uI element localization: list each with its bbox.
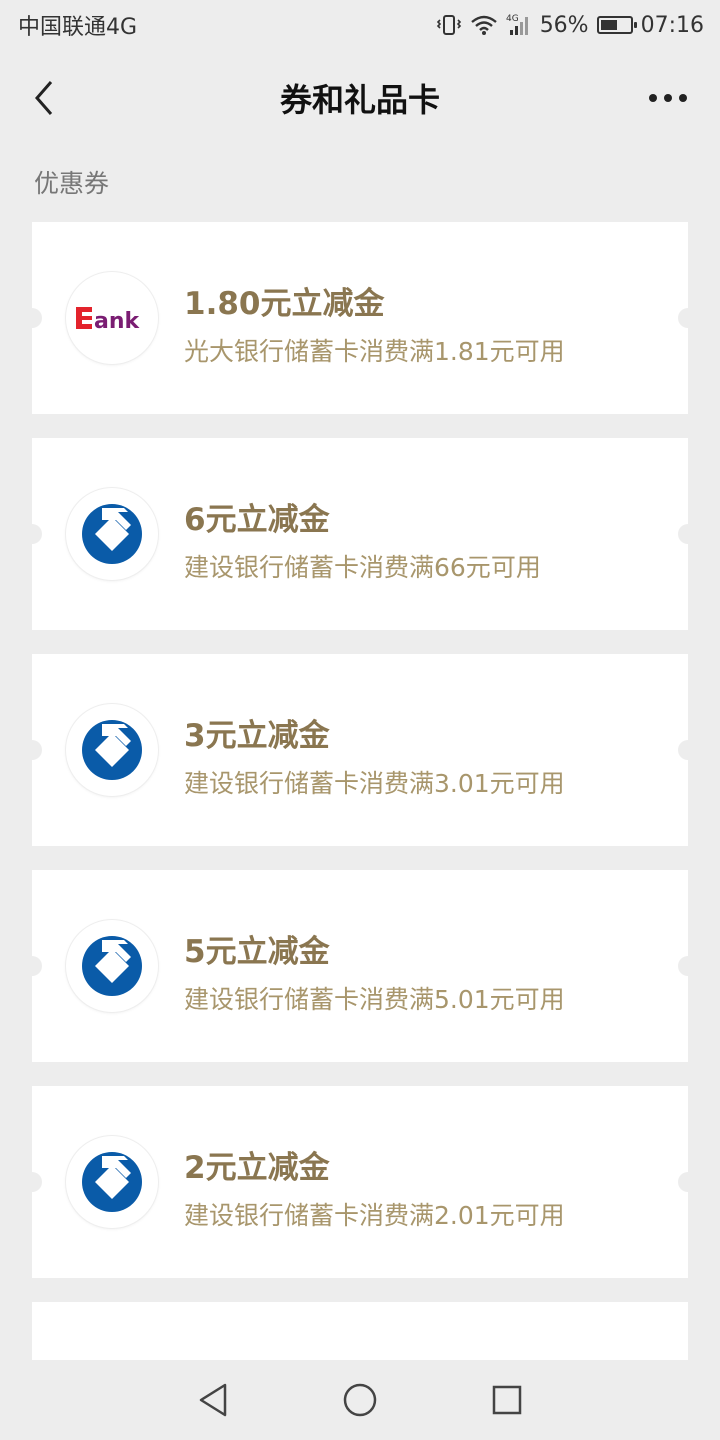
ticket-notch	[22, 956, 42, 976]
ccb-logo-icon	[66, 920, 158, 1012]
battery-percent: 56%	[539, 12, 589, 38]
coupon-card[interactable]: 6元立减金 建设银行储蓄卡消费满66元可用	[22, 438, 698, 630]
more-dots-icon	[649, 94, 687, 102]
circle-home-icon	[343, 1383, 377, 1417]
ticket-notch	[678, 740, 698, 760]
network-type-label: 4G	[506, 14, 519, 24]
coupon-desc: 建设银行储蓄卡消费满3.01元可用	[184, 769, 565, 798]
carrier-text: 中国联通4G	[18, 15, 138, 40]
page-title: 券和礼品卡	[279, 81, 440, 119]
battery-icon	[596, 16, 637, 34]
square-recents-icon	[492, 1385, 521, 1415]
section-label: 优惠券	[34, 169, 110, 198]
ccb-logo-icon	[66, 1136, 158, 1228]
system-home-button[interactable]	[336, 1376, 384, 1424]
ccb-logo-icon	[66, 704, 158, 796]
coupon-title: 3元立减金	[184, 718, 330, 754]
system-nav-bar	[0, 1360, 720, 1440]
bank-logo-text: ank	[94, 309, 141, 333]
system-recents-button[interactable]	[483, 1376, 531, 1424]
coupon-desc: 光大银行储蓄卡消费满1.81元可用	[184, 337, 565, 366]
battery-level-fill	[600, 20, 617, 30]
ticket-notch	[22, 1172, 42, 1192]
ticket-notch	[22, 524, 42, 544]
ticket-notch	[22, 740, 42, 760]
coupon-card[interactable]: 5元立减金 建设银行储蓄卡消费满5.01元可用	[22, 870, 698, 1062]
clock: 07:16	[640, 12, 704, 38]
ticket-notch	[678, 1172, 698, 1192]
ticket-notch	[22, 308, 42, 328]
ticket-notch	[678, 308, 698, 328]
nav-bar: 券和礼品卡	[0, 50, 720, 146]
coupon-card[interactable]: 3元立减金 建设银行储蓄卡消费满3.01元可用	[22, 654, 698, 846]
vibrate-icon	[436, 14, 462, 36]
coupon-desc: 建设银行储蓄卡消费满5.01元可用	[184, 985, 565, 1014]
coupon-title: 5元立减金	[184, 934, 330, 970]
ticket-notch	[678, 524, 698, 544]
coupon-list: ank 1.80元立减金 光大银行储蓄卡消费满1.81元可用 6元立减金 建设银…	[22, 222, 698, 1362]
bank-logo-icon: ank	[66, 272, 158, 364]
coupon-card[interactable]: ank 1.80元立减金 光大银行储蓄卡消费满1.81元可用	[22, 222, 698, 414]
coupon-desc: 建设银行储蓄卡消费满66元可用	[184, 553, 541, 582]
triangle-back-icon	[200, 1383, 227, 1417]
coupon-title: 1.80元立减金	[184, 286, 385, 322]
chevron-left-icon	[35, 81, 53, 115]
status-bar: 中国联通4G 4G 56% 07:16	[0, 0, 720, 50]
signal-icon: 4G	[506, 13, 532, 37]
system-back-button[interactable]	[189, 1376, 237, 1424]
coupon-title: 6元立减金	[184, 502, 330, 538]
coupon-title: 2元立减金	[184, 1150, 330, 1186]
coupon-card-partial[interactable]	[32, 1302, 688, 1362]
coupon-card[interactable]: 2元立减金 建设银行储蓄卡消费满2.01元可用	[22, 1086, 698, 1278]
back-button[interactable]	[22, 76, 66, 120]
ticket-notch	[678, 956, 698, 976]
status-icons: 4G 56% 07:16	[436, 13, 704, 38]
ccb-logo-icon	[66, 488, 158, 580]
coupon-desc: 建设银行储蓄卡消费满2.01元可用	[184, 1201, 565, 1230]
more-button[interactable]	[646, 80, 690, 116]
wifi-icon	[470, 14, 498, 36]
